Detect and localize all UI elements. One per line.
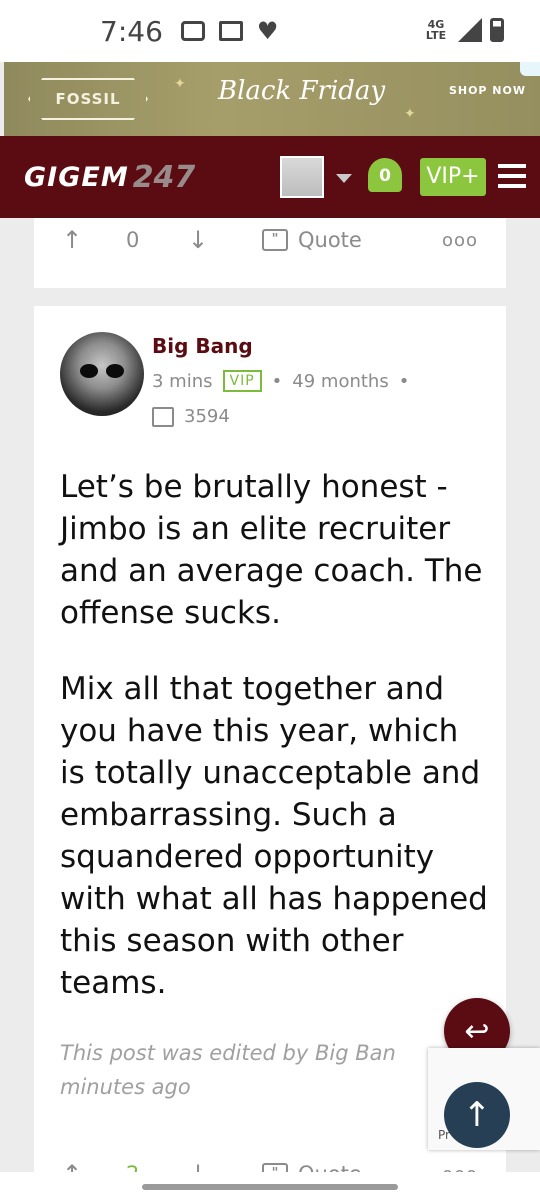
edited-note: This post was edited by Big Ban minutes … [60, 1041, 396, 1099]
post-card: Big Bang 3 mins VIP • 49 months • 3594 L… [34, 306, 506, 1188]
hamburger-menu-icon[interactable] [498, 164, 526, 188]
post-time: 3 mins [152, 370, 213, 392]
battery-icon [490, 18, 504, 42]
logo-text: GIGEM [24, 161, 129, 193]
post-body: Let’s be brutally honest - Jimbo is an e… [60, 466, 490, 1038]
site-logo[interactable]: GIGEM 247 [0, 160, 195, 195]
sparkle-icon: ✦ [174, 76, 186, 92]
logo-number: 247 [132, 159, 196, 195]
member-duration: 49 months [292, 370, 389, 392]
quote-button[interactable]: Quote [298, 228, 362, 252]
post-actions: ↑ 0 ↓ " Quote ooo [34, 220, 506, 260]
author-name[interactable]: Big Bang [152, 334, 253, 358]
post-paragraph: Let’s be brutally honest - Jimbo is an e… [60, 469, 483, 631]
post-count: 3594 [184, 406, 230, 427]
signal-icon [458, 18, 482, 42]
quote-icon[interactable]: " [262, 229, 288, 251]
site-header: GIGEM 247 0 VIP+ [0, 136, 540, 218]
previous-post-card: ↑ 0 ↓ " Quote ooo [34, 218, 506, 288]
comment-icon [152, 406, 174, 427]
vip-badge: VIP [222, 370, 262, 392]
notifications-bell[interactable]: 0 [366, 154, 404, 198]
image-icon [218, 21, 243, 41]
post-count-row: 3594 [152, 406, 230, 427]
ad-brand-logo: FOSSIL [28, 78, 148, 120]
heart-icon: ♥ [256, 17, 279, 45]
status-time: 7:46 [100, 14, 163, 48]
reply-arrow-icon: ↩ [464, 1013, 490, 1049]
separator-dot: • [398, 370, 410, 392]
post-paragraph: Mix all that together and you have this … [60, 671, 488, 1001]
ad-choices-icon[interactable] [520, 62, 540, 76]
gesture-nav-handle[interactable] [142, 1184, 398, 1190]
upvote-count: 0 [126, 228, 140, 252]
upvote-arrow-icon[interactable]: ↑ [62, 226, 82, 254]
downvote-arrow-icon[interactable]: ↓ [188, 226, 208, 254]
user-avatar[interactable] [280, 156, 324, 198]
more-options-icon[interactable]: ooo [442, 230, 478, 251]
ad-tagline: Black Friday [218, 76, 386, 106]
chevron-down-icon[interactable] [336, 174, 352, 183]
status-bar: 7:46 ♥ 4G LTE [0, 0, 540, 62]
skull-eye [80, 364, 98, 378]
status-icons: ♥ [180, 17, 279, 45]
skull-eye [106, 364, 124, 378]
separator-dot: • [271, 370, 283, 392]
post-meta: 3 mins VIP • 49 months • [152, 370, 409, 392]
author-avatar[interactable] [60, 332, 144, 416]
status-right: 4G LTE [422, 18, 504, 42]
ad-shop-now-link[interactable]: SHOP NOW [449, 84, 526, 97]
scroll-to-top-fab[interactable]: ↑ [444, 1082, 510, 1148]
ad-banner[interactable]: ✦ ✦ FOSSIL Black Friday SHOP NOW [4, 62, 540, 136]
notification-count: 0 [379, 166, 391, 186]
network-label: 4G LTE [425, 18, 447, 42]
sparkle-icon: ✦ [404, 106, 416, 122]
arrow-up-icon: ↑ [462, 1095, 492, 1135]
radio-icon [180, 21, 205, 41]
vip-plus-button[interactable]: VIP+ [420, 158, 486, 196]
